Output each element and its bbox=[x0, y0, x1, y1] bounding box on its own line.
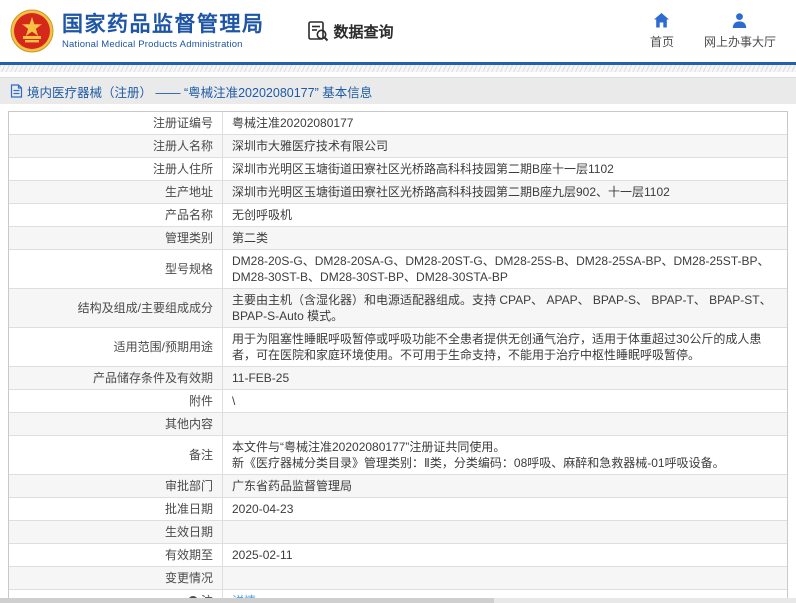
nav-online-hall[interactable]: 网上办事大厅 bbox=[704, 12, 776, 50]
breadcrumb: 境内医疗器械（注册） —— “粤械注准20202080177” 基本信息 bbox=[0, 77, 796, 104]
data-query-label: 数据查询 bbox=[333, 23, 394, 41]
row-label: 其他内容 bbox=[9, 413, 223, 435]
row-label: 有效期至 bbox=[9, 544, 223, 566]
row-label: 审批部门 bbox=[9, 475, 223, 497]
table-row: 审批部门 广东省药品监督管理局 bbox=[9, 475, 787, 498]
table-row: 注册证编号 粤械注准20202080177 bbox=[9, 112, 787, 135]
logo-text: 国家药品监督管理局 National Medical Products Admi… bbox=[62, 13, 265, 50]
nmpa-logo: 国家药品监督管理局 National Medical Products Admi… bbox=[10, 9, 265, 53]
nav-home-label: 首页 bbox=[649, 35, 674, 49]
table-row: 管理类别 第二类 bbox=[9, 227, 787, 250]
horizontal-scrollbar-thumb[interactable] bbox=[0, 598, 494, 603]
table-row: 其他内容 bbox=[9, 413, 787, 436]
row-label: 注册证编号 bbox=[9, 112, 223, 134]
site-title: 国家药品监督管理局 bbox=[62, 12, 265, 36]
row-value: 粤械注准20202080177 bbox=[232, 116, 354, 130]
national-emblem-icon bbox=[10, 9, 54, 53]
row-value: 无创呼吸机 bbox=[232, 208, 293, 222]
row-value: 广东省药品监督管理局 bbox=[232, 479, 353, 493]
person-icon bbox=[733, 13, 747, 28]
row-value: 2020-04-23 bbox=[232, 502, 294, 516]
top-navigation: 首页 网上办事大厅 bbox=[650, 12, 776, 50]
registration-info-table: 注册证编号 粤械注准20202080177 注册人名称 深圳市大雅医疗技术有限公司 注册… bbox=[8, 111, 788, 603]
table-row: 变更情况 bbox=[9, 567, 787, 590]
table-row: 结构及组成/主要组成成分 主要由主机（含湿化器）和电源适配器组成。支持 CPAP、… bbox=[9, 289, 787, 328]
row-label: 产品名称 bbox=[9, 204, 223, 226]
table-row: 批准日期 2020-04-23 bbox=[9, 498, 787, 521]
row-label: 附件 bbox=[9, 390, 223, 412]
table-row: 产品储存条件及有效期 11-FEB-25 bbox=[9, 367, 787, 390]
row-value: 第二类 bbox=[232, 231, 269, 245]
row-value: 2025-02-11 bbox=[232, 548, 293, 562]
row-value bbox=[223, 521, 787, 543]
row-label: 型号规格 bbox=[9, 250, 223, 288]
table-row: 生产地址 深圳市光明区玉塘街道田寮社区光桥路高科科技园第二期B座九层902、十一层… bbox=[9, 181, 787, 204]
table-row: 产品名称 无创呼吸机 bbox=[9, 204, 787, 227]
row-label: 结构及组成/主要组成成分 bbox=[9, 289, 223, 327]
row-label: 生产地址 bbox=[9, 181, 223, 203]
table-row: 注册人名称 深圳市大雅医疗技术有限公司 bbox=[9, 135, 787, 158]
document-icon bbox=[10, 84, 23, 98]
row-label: 适用范围/预期用途 bbox=[9, 328, 223, 366]
table-row: 注册人住所 深圳市光明区玉塘街道田寮社区光桥路高科科技园第二期B座十一层1102 bbox=[9, 158, 787, 181]
row-value: 主要由主机（含湿化器）和电源适配器组成。支持 CPAP、 APAP、 BPAP-… bbox=[232, 293, 772, 323]
table-row: 生效日期 bbox=[9, 521, 787, 544]
row-value: DM28-20S-G、DM28-20SA-G、DM28-20ST-G、DM28-… bbox=[232, 254, 770, 284]
home-icon bbox=[654, 13, 670, 28]
row-label: 产品储存条件及有效期 bbox=[9, 367, 223, 389]
nav-home[interactable]: 首页 bbox=[650, 12, 674, 50]
row-value: 本文件与“粤械注准20202080177”注册证共同使用。 新《医疗器械分类目录》… bbox=[232, 440, 725, 470]
row-label: 生效日期 bbox=[9, 521, 223, 543]
site-subtitle: National Medical Products Administration bbox=[62, 38, 243, 50]
row-value: 11-FEB-25 bbox=[232, 371, 290, 385]
table-row: 备注 本文件与“粤械注准20202080177”注册证共同使用。 新《医疗器械分类目… bbox=[9, 436, 787, 475]
row-value: 深圳市大雅医疗技术有限公司 bbox=[232, 139, 389, 153]
page-header: 国家药品监督管理局 National Medical Products Admi… bbox=[0, 0, 796, 62]
table-row: 有效期至 2025-02-11 bbox=[9, 544, 787, 567]
row-label: 批准日期 bbox=[9, 498, 223, 520]
row-label: 管理类别 bbox=[9, 227, 223, 249]
row-value bbox=[223, 413, 787, 435]
nav-online-hall-label: 网上办事大厅 bbox=[703, 35, 776, 49]
row-label: 备注 bbox=[9, 436, 223, 474]
data-query-icon bbox=[307, 21, 328, 42]
table-row: 适用范围/预期用途 用于为阻塞性睡眠呼吸暂停或呼吸功能不全患者提供无创通气治疗，适… bbox=[9, 328, 787, 367]
row-value: 用于为阻塞性睡眠呼吸暂停或呼吸功能不全患者提供无创通气治疗，适用于体重超过30公… bbox=[232, 332, 762, 362]
horizontal-scrollbar[interactable] bbox=[0, 598, 796, 603]
breadcrumb-text: 境内医疗器械（注册） —— “粤械注准20202080177” 基本信息 bbox=[27, 85, 373, 100]
row-label: 变更情况 bbox=[9, 567, 223, 589]
data-query-button[interactable]: 数据查询 bbox=[307, 20, 394, 42]
row-value bbox=[223, 567, 787, 589]
table-row: 型号规格 DM28-20S-G、DM28-20SA-G、DM28-20ST-G、D… bbox=[9, 250, 787, 289]
row-label: 注册人住所 bbox=[9, 158, 223, 180]
row-label: 注册人名称 bbox=[9, 135, 223, 157]
row-value: 深圳市光明区玉塘街道田寮社区光桥路高科科技园第二期B座十一层1102 bbox=[232, 162, 614, 176]
table-row: 附件 \ bbox=[9, 390, 787, 413]
decorative-stripe-band bbox=[0, 65, 796, 72]
row-value: \ bbox=[232, 394, 236, 408]
row-value: 深圳市光明区玉塘街道田寮社区光桥路高科科技园第二期B座九层902、十一层1102 bbox=[232, 185, 670, 199]
